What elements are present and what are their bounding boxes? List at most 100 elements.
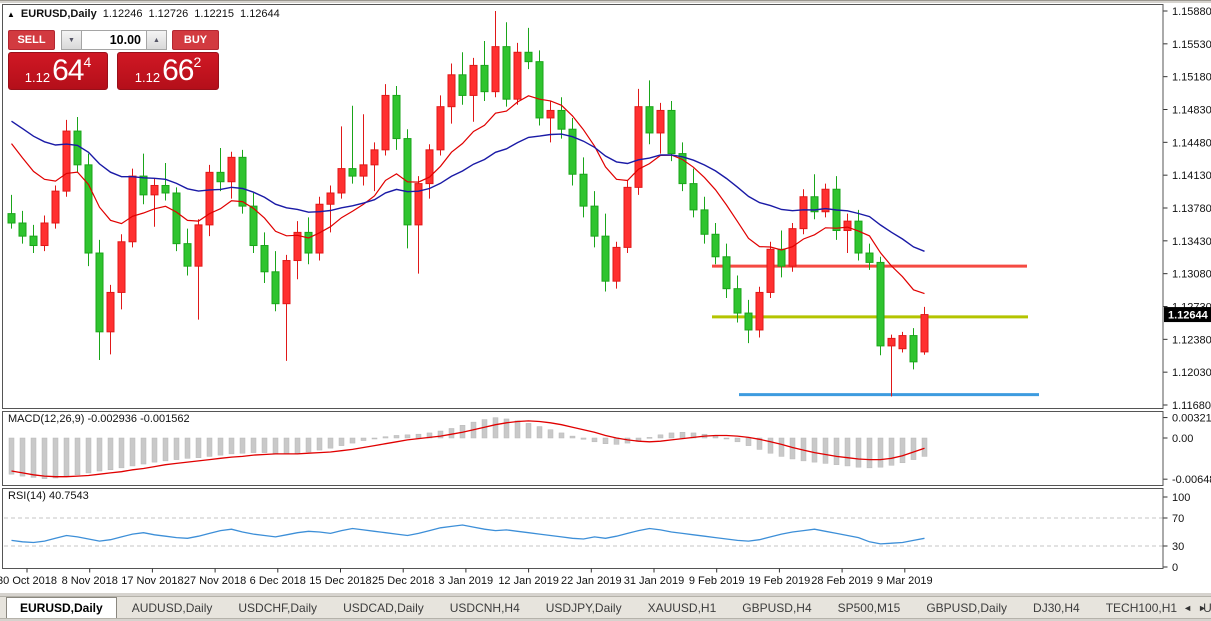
svg-text:0: 0 — [1172, 562, 1178, 574]
date-label: 27 Nov 2018 — [184, 575, 246, 587]
tab-usdchf-daily[interactable]: USDCHF,Daily — [225, 597, 330, 618]
macd-bar — [537, 427, 542, 438]
candle — [723, 257, 730, 289]
svg-text:-0.006485: -0.006485 — [1172, 474, 1211, 486]
candle — [261, 246, 268, 272]
candle — [580, 174, 587, 206]
trading-app-window: 1.158801.155301.151801.148301.144801.141… — [0, 0, 1211, 621]
candle — [63, 131, 70, 191]
macd-label: MACD(12,26,9) -0.002936 -0.001562 — [8, 413, 190, 425]
svg-text:1.14130: 1.14130 — [1172, 170, 1211, 182]
macd-bar — [108, 438, 113, 470]
tab-scroll-buttons: ◄ ► — [1183, 596, 1207, 619]
macd-bar — [218, 438, 223, 455]
sell-price-button[interactable]: 1.12 64 4 — [8, 52, 108, 90]
volume-increase-button[interactable]: ▲ — [147, 30, 167, 50]
candle — [525, 52, 532, 61]
candle — [910, 336, 917, 362]
svg-text:0.00: 0.00 — [1172, 433, 1193, 445]
candle — [844, 221, 851, 230]
tab-scroll-right-icon[interactable]: ► — [1198, 603, 1207, 613]
date-label: 9 Mar 2019 — [877, 575, 933, 587]
candle — [85, 165, 92, 253]
candle — [547, 110, 554, 118]
candle — [470, 65, 477, 95]
macd-bar — [812, 438, 817, 462]
candle — [613, 247, 620, 281]
candle — [646, 107, 653, 133]
macd-bar — [911, 438, 916, 460]
tab-tech100-h1[interactable]: TECH100,H1 — [1093, 597, 1190, 618]
svg-text:1.12030: 1.12030 — [1172, 367, 1211, 379]
macd-bar — [383, 437, 388, 438]
candle — [866, 253, 873, 262]
tab-dj30-h4[interactable]: DJ30,H4 — [1020, 597, 1093, 618]
candle — [30, 236, 37, 245]
buy-price-button[interactable]: 1.12 66 2 — [117, 52, 219, 90]
macd-bar — [669, 433, 674, 438]
candle — [206, 172, 213, 225]
tab-gbpusd-h4[interactable]: GBPUSD,H4 — [729, 597, 824, 618]
quote-close: 1.12644 — [240, 8, 280, 20]
volume-decrease-button[interactable]: ▼ — [61, 30, 81, 50]
tab-eurusd-daily[interactable]: EURUSD,Daily — [6, 597, 117, 618]
tab-usdjpy-daily[interactable]: USDJPY,Daily — [533, 597, 635, 618]
tab-usdcnh-h4[interactable]: USDCNH,H4 — [437, 597, 533, 618]
svg-text:1.15530: 1.15530 — [1172, 39, 1211, 51]
candle — [327, 193, 334, 204]
tab-xauusd-h1[interactable]: XAUUSD,H1 — [635, 597, 730, 618]
buy-price-sup: 2 — [193, 55, 201, 69]
svg-text:1.14480: 1.14480 — [1172, 137, 1211, 149]
sell-button[interactable]: SELL — [8, 30, 55, 50]
macd-bar — [42, 438, 47, 479]
svg-text:1.13780: 1.13780 — [1172, 203, 1211, 215]
candle — [305, 232, 312, 253]
buy-button[interactable]: BUY — [172, 30, 219, 50]
candle — [492, 47, 499, 92]
sell-price-sup: 4 — [83, 55, 91, 69]
quote-high: 1.12726 — [148, 8, 188, 20]
candle — [899, 336, 906, 349]
quote-toggle-icon[interactable]: ▲ — [7, 10, 15, 19]
macd-bar — [735, 438, 740, 442]
date-label: 30 Oct 2018 — [0, 575, 57, 587]
date-label: 28 Feb 2019 — [811, 575, 873, 587]
macd-bar — [889, 438, 894, 465]
date-label: 17 Nov 2018 — [121, 575, 183, 587]
date-label: 6 Dec 2018 — [250, 575, 306, 587]
tab-audusd-daily[interactable]: AUDUSD,Daily — [119, 597, 226, 618]
macd-bar — [273, 438, 278, 453]
candle — [536, 62, 543, 118]
tab-scroll-left-icon[interactable]: ◄ — [1183, 603, 1192, 613]
macd-bar — [526, 423, 531, 438]
candle — [558, 110, 565, 129]
date-label: 19 Feb 2019 — [749, 575, 811, 587]
macd-bar — [713, 436, 718, 438]
candle — [8, 214, 15, 223]
macd-bar — [361, 438, 366, 441]
buy-price-big: 66 — [162, 56, 193, 86]
macd-bar — [823, 438, 828, 463]
rsi-label: RSI(14) 40.7543 — [8, 490, 89, 502]
candle — [855, 221, 862, 253]
current-price-label: 1.12644 — [1168, 310, 1209, 322]
macd-bar — [592, 438, 597, 442]
macd-bar — [724, 438, 729, 439]
volume-input[interactable] — [81, 30, 147, 50]
tab-gbpusd-daily[interactable]: GBPUSD,Daily — [913, 597, 1020, 618]
quote-symbol: EURUSD,Daily — [21, 8, 97, 20]
macd-bar — [141, 438, 146, 464]
candle — [668, 110, 675, 153]
candle — [437, 107, 444, 150]
macd-bar — [779, 438, 784, 456]
tab-sp500-m15[interactable]: SP500,M15 — [825, 597, 914, 618]
candle — [602, 236, 609, 281]
macd-bar — [284, 438, 289, 454]
macd-bar — [251, 438, 256, 453]
sell-price-big: 64 — [52, 56, 83, 86]
candle — [415, 184, 422, 225]
macd-bar — [130, 438, 135, 466]
tab-usdcad-daily[interactable]: USDCAD,Daily — [330, 597, 437, 618]
candle — [591, 206, 598, 236]
macd-bar — [559, 433, 564, 438]
